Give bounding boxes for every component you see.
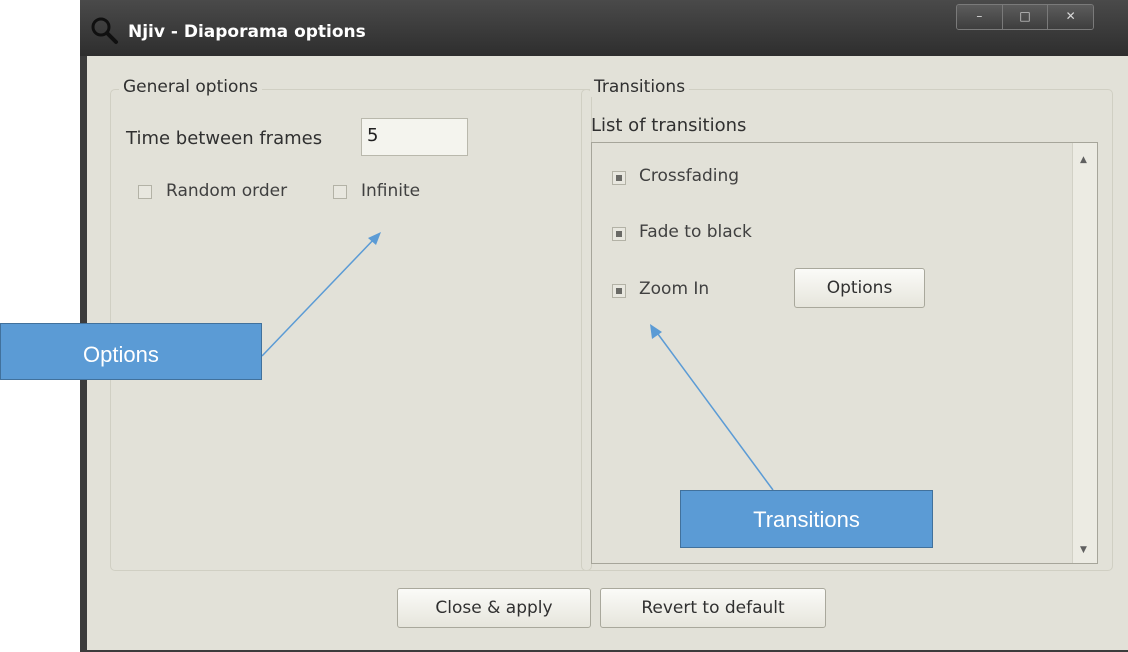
options-callout-arrow <box>261 236 377 357</box>
transitions-callout-arrow <box>654 329 774 491</box>
options-callout: Options <box>0 323 262 380</box>
transitions-callout-text: Transitions <box>753 507 860 532</box>
options-callout-text: Options <box>83 342 159 367</box>
transitions-callout: Transitions <box>680 490 933 548</box>
